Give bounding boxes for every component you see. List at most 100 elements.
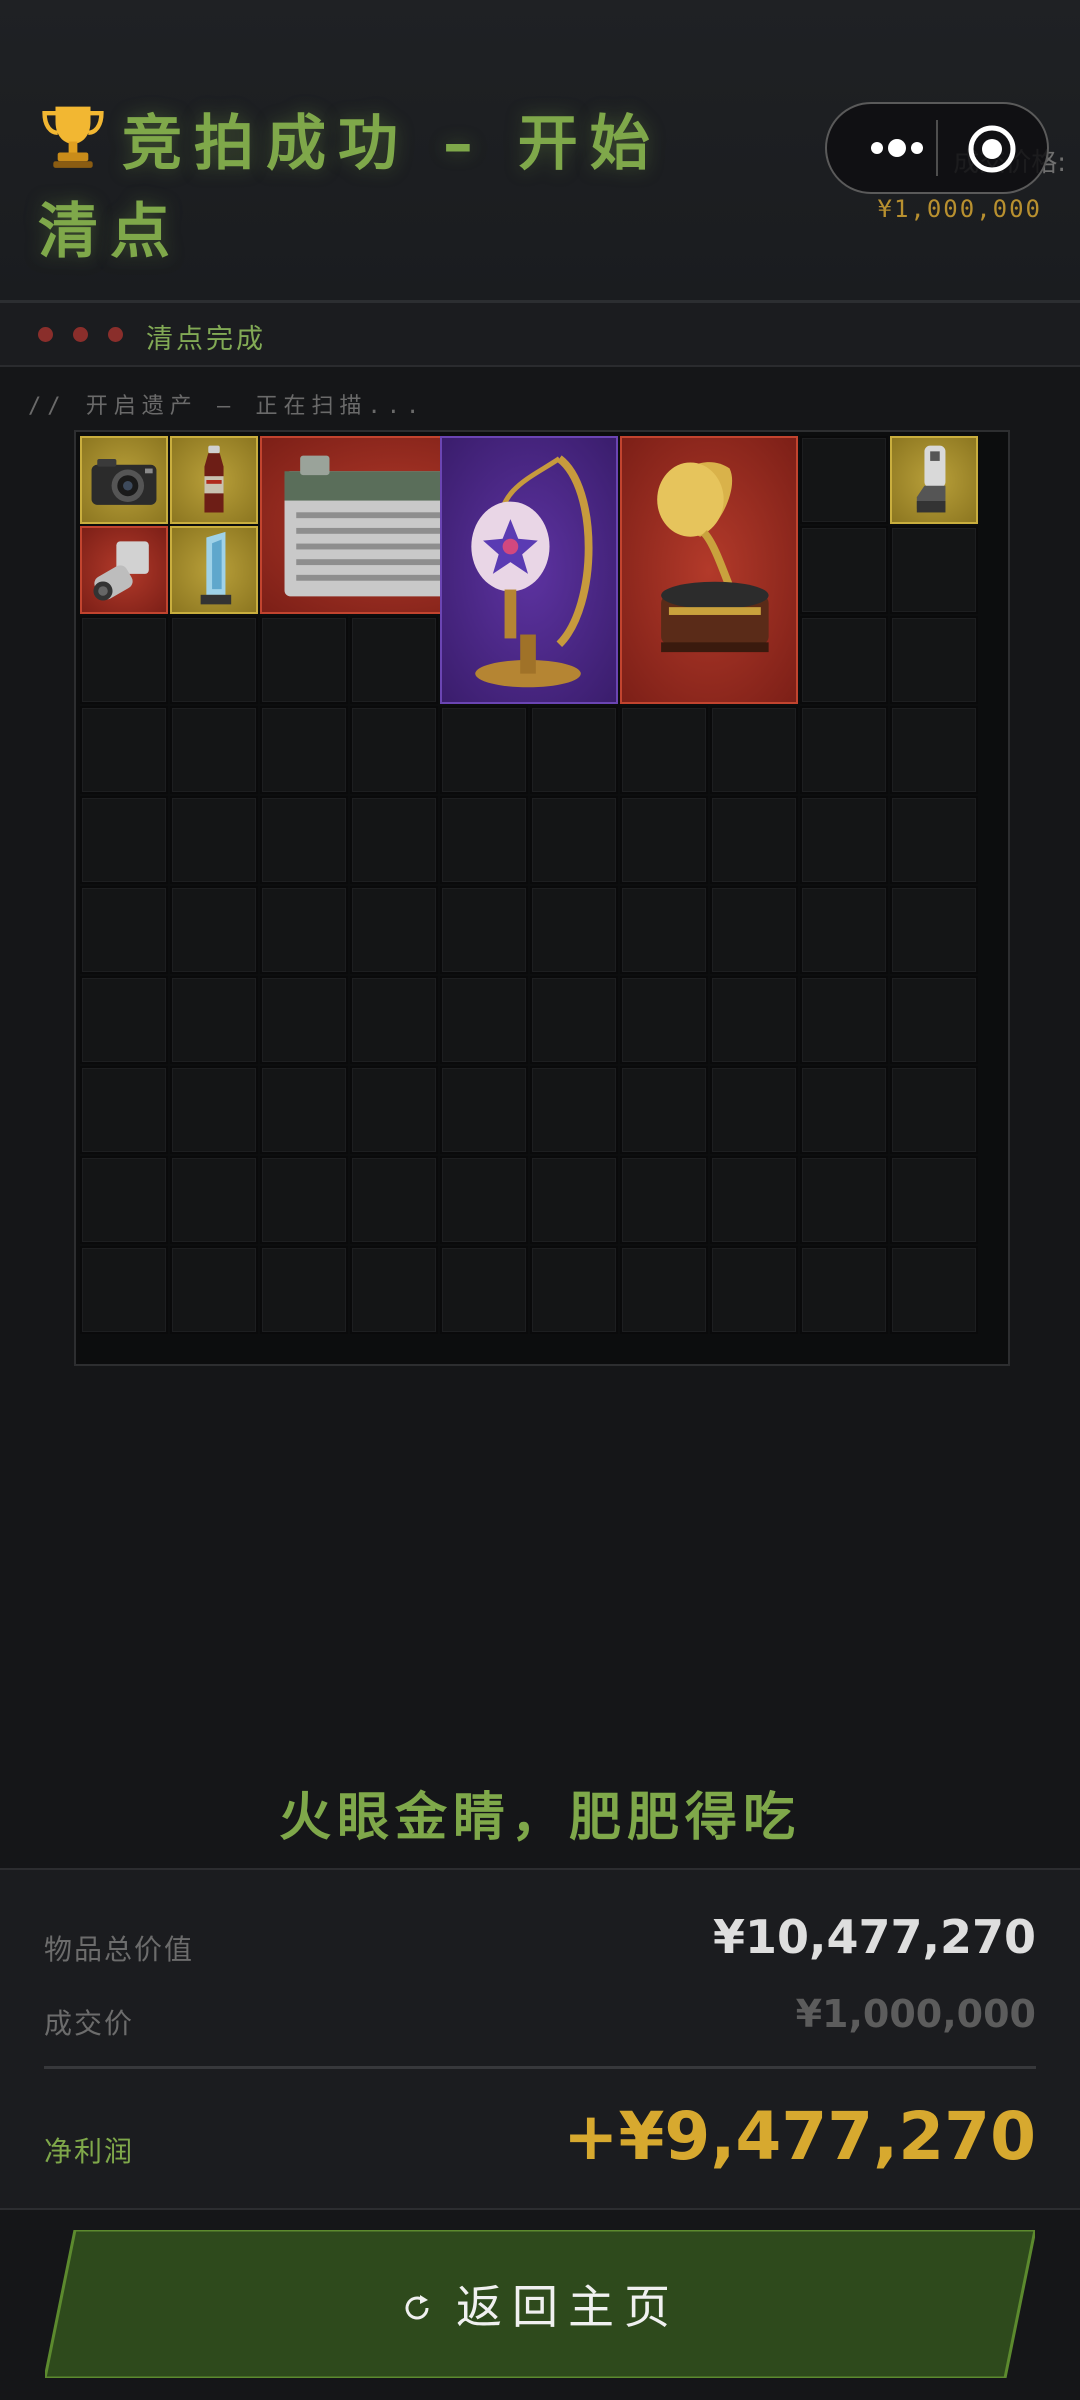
grid-cell bbox=[80, 1246, 168, 1334]
grid-cell bbox=[890, 1156, 978, 1244]
profit-value: +¥9,477,270 bbox=[563, 2098, 1036, 2175]
capsule-divider bbox=[936, 120, 938, 176]
grid-cell bbox=[440, 706, 528, 794]
grid-cell bbox=[440, 1066, 528, 1154]
grid-cell bbox=[260, 1156, 348, 1244]
grid-cell bbox=[170, 1066, 258, 1154]
item-gramophone[interactable] bbox=[620, 436, 798, 704]
crystal-icon bbox=[200, 531, 232, 605]
grid-cell bbox=[890, 1066, 978, 1154]
refresh-icon bbox=[405, 2295, 429, 2320]
total-value: ¥10,477,270 bbox=[712, 1910, 1036, 1964]
item-projector-lens[interactable] bbox=[80, 526, 168, 614]
adapter-icon bbox=[916, 445, 946, 513]
grid-cell bbox=[620, 1066, 708, 1154]
more-icon[interactable] bbox=[867, 130, 927, 166]
grid-cell bbox=[440, 886, 528, 974]
scan-text: // 开启遗产 – 正在扫描... bbox=[28, 394, 426, 419]
grid-cell bbox=[440, 1156, 528, 1244]
grid-cell bbox=[80, 1156, 168, 1244]
deal-price-label-summary: 成交价 bbox=[44, 2007, 135, 2040]
grid-cell bbox=[350, 796, 438, 884]
summary-panel: 物品总价值 ¥10,477,270 成交价 ¥1,000,000 净利润 +¥9… bbox=[0, 1868, 1080, 2210]
grid-cell bbox=[530, 1156, 618, 1244]
item-soda-bottle[interactable] bbox=[170, 436, 258, 524]
grid-cell bbox=[80, 1066, 168, 1154]
grid-cell bbox=[800, 976, 888, 1064]
grid-cell bbox=[890, 796, 978, 884]
return-home-button[interactable]: 返回主页 bbox=[45, 2230, 1035, 2378]
grid-cell bbox=[260, 616, 348, 704]
summary-divider bbox=[44, 2066, 1036, 2069]
item-camera[interactable] bbox=[80, 436, 168, 524]
item-moroccan-lamp[interactable] bbox=[440, 436, 618, 704]
grid-cell bbox=[260, 976, 348, 1064]
page-title: 竞拍成功 – 开始清点 bbox=[38, 100, 698, 276]
grid-cell bbox=[710, 1156, 798, 1244]
camera-icon bbox=[91, 459, 157, 505]
deal-price-summary: ¥1,000,000 bbox=[795, 1992, 1036, 2036]
grid-cell bbox=[350, 616, 438, 704]
slogan: 火眼金睛，肥肥得吃 bbox=[278, 1788, 801, 1848]
grid-cell bbox=[800, 706, 888, 794]
grid-cell bbox=[80, 976, 168, 1064]
total-value-label: 物品总价值 bbox=[44, 1933, 195, 1966]
gramophone-icon bbox=[657, 462, 769, 653]
grid-cell bbox=[620, 706, 708, 794]
grid-cell bbox=[710, 706, 798, 794]
grid-cell bbox=[620, 886, 708, 974]
grid-cell bbox=[800, 1246, 888, 1334]
grid-cell bbox=[530, 976, 618, 1064]
grid-cell bbox=[440, 1246, 528, 1334]
grid-cell bbox=[530, 886, 618, 974]
grid-cell bbox=[350, 976, 438, 1064]
grid-cell bbox=[260, 796, 348, 884]
grid-cell bbox=[350, 886, 438, 974]
grid-cell bbox=[800, 436, 888, 524]
lens-icon bbox=[93, 541, 149, 601]
grid-cell bbox=[890, 706, 978, 794]
grid-cell bbox=[170, 706, 258, 794]
grid-cell bbox=[170, 886, 258, 974]
grid-cell bbox=[170, 616, 258, 704]
target-icon[interactable] bbox=[967, 124, 1017, 174]
status-dot bbox=[73, 327, 88, 342]
page-title-text: 竞拍成功 – 开始清点 bbox=[38, 109, 662, 267]
grid-cell bbox=[710, 1066, 798, 1154]
grid-cell bbox=[530, 796, 618, 884]
grid-cell bbox=[350, 1156, 438, 1244]
grid-cell bbox=[350, 1066, 438, 1154]
grid-cell bbox=[800, 886, 888, 974]
grid-cell bbox=[530, 1066, 618, 1154]
grid-cell bbox=[260, 1246, 348, 1334]
grid-cell bbox=[80, 616, 168, 704]
grid-cell bbox=[800, 526, 888, 614]
grid-cell bbox=[170, 976, 258, 1064]
grid-cell bbox=[260, 706, 348, 794]
deal-price-value: ¥1,000,000 bbox=[877, 195, 1042, 223]
grid-cell bbox=[170, 796, 258, 884]
grid-cell bbox=[350, 706, 438, 794]
trophy-icon bbox=[42, 106, 104, 168]
grid-cell bbox=[800, 616, 888, 704]
grid-cell bbox=[800, 1066, 888, 1154]
lamp-icon bbox=[471, 455, 593, 688]
item-crystal-trophy[interactable] bbox=[170, 526, 258, 614]
grid-cell bbox=[260, 1066, 348, 1154]
item-cable-adapter[interactable] bbox=[890, 436, 978, 524]
grid-cell bbox=[710, 886, 798, 974]
grid-cell bbox=[620, 1246, 708, 1334]
soda-bottle-icon bbox=[204, 445, 224, 513]
grid-cell bbox=[350, 1246, 438, 1334]
grid-cell bbox=[890, 976, 978, 1064]
grid-cell bbox=[800, 1156, 888, 1244]
grid-cell bbox=[80, 706, 168, 794]
grid-cell bbox=[620, 976, 708, 1064]
grid-cell bbox=[170, 1156, 258, 1244]
grid-cell bbox=[890, 616, 978, 704]
grid-cell bbox=[170, 1246, 258, 1334]
status-dot bbox=[38, 327, 53, 342]
button-label: 返回主页 bbox=[456, 2280, 680, 2334]
grid-cell bbox=[890, 1246, 978, 1334]
grid-cell bbox=[710, 976, 798, 1064]
